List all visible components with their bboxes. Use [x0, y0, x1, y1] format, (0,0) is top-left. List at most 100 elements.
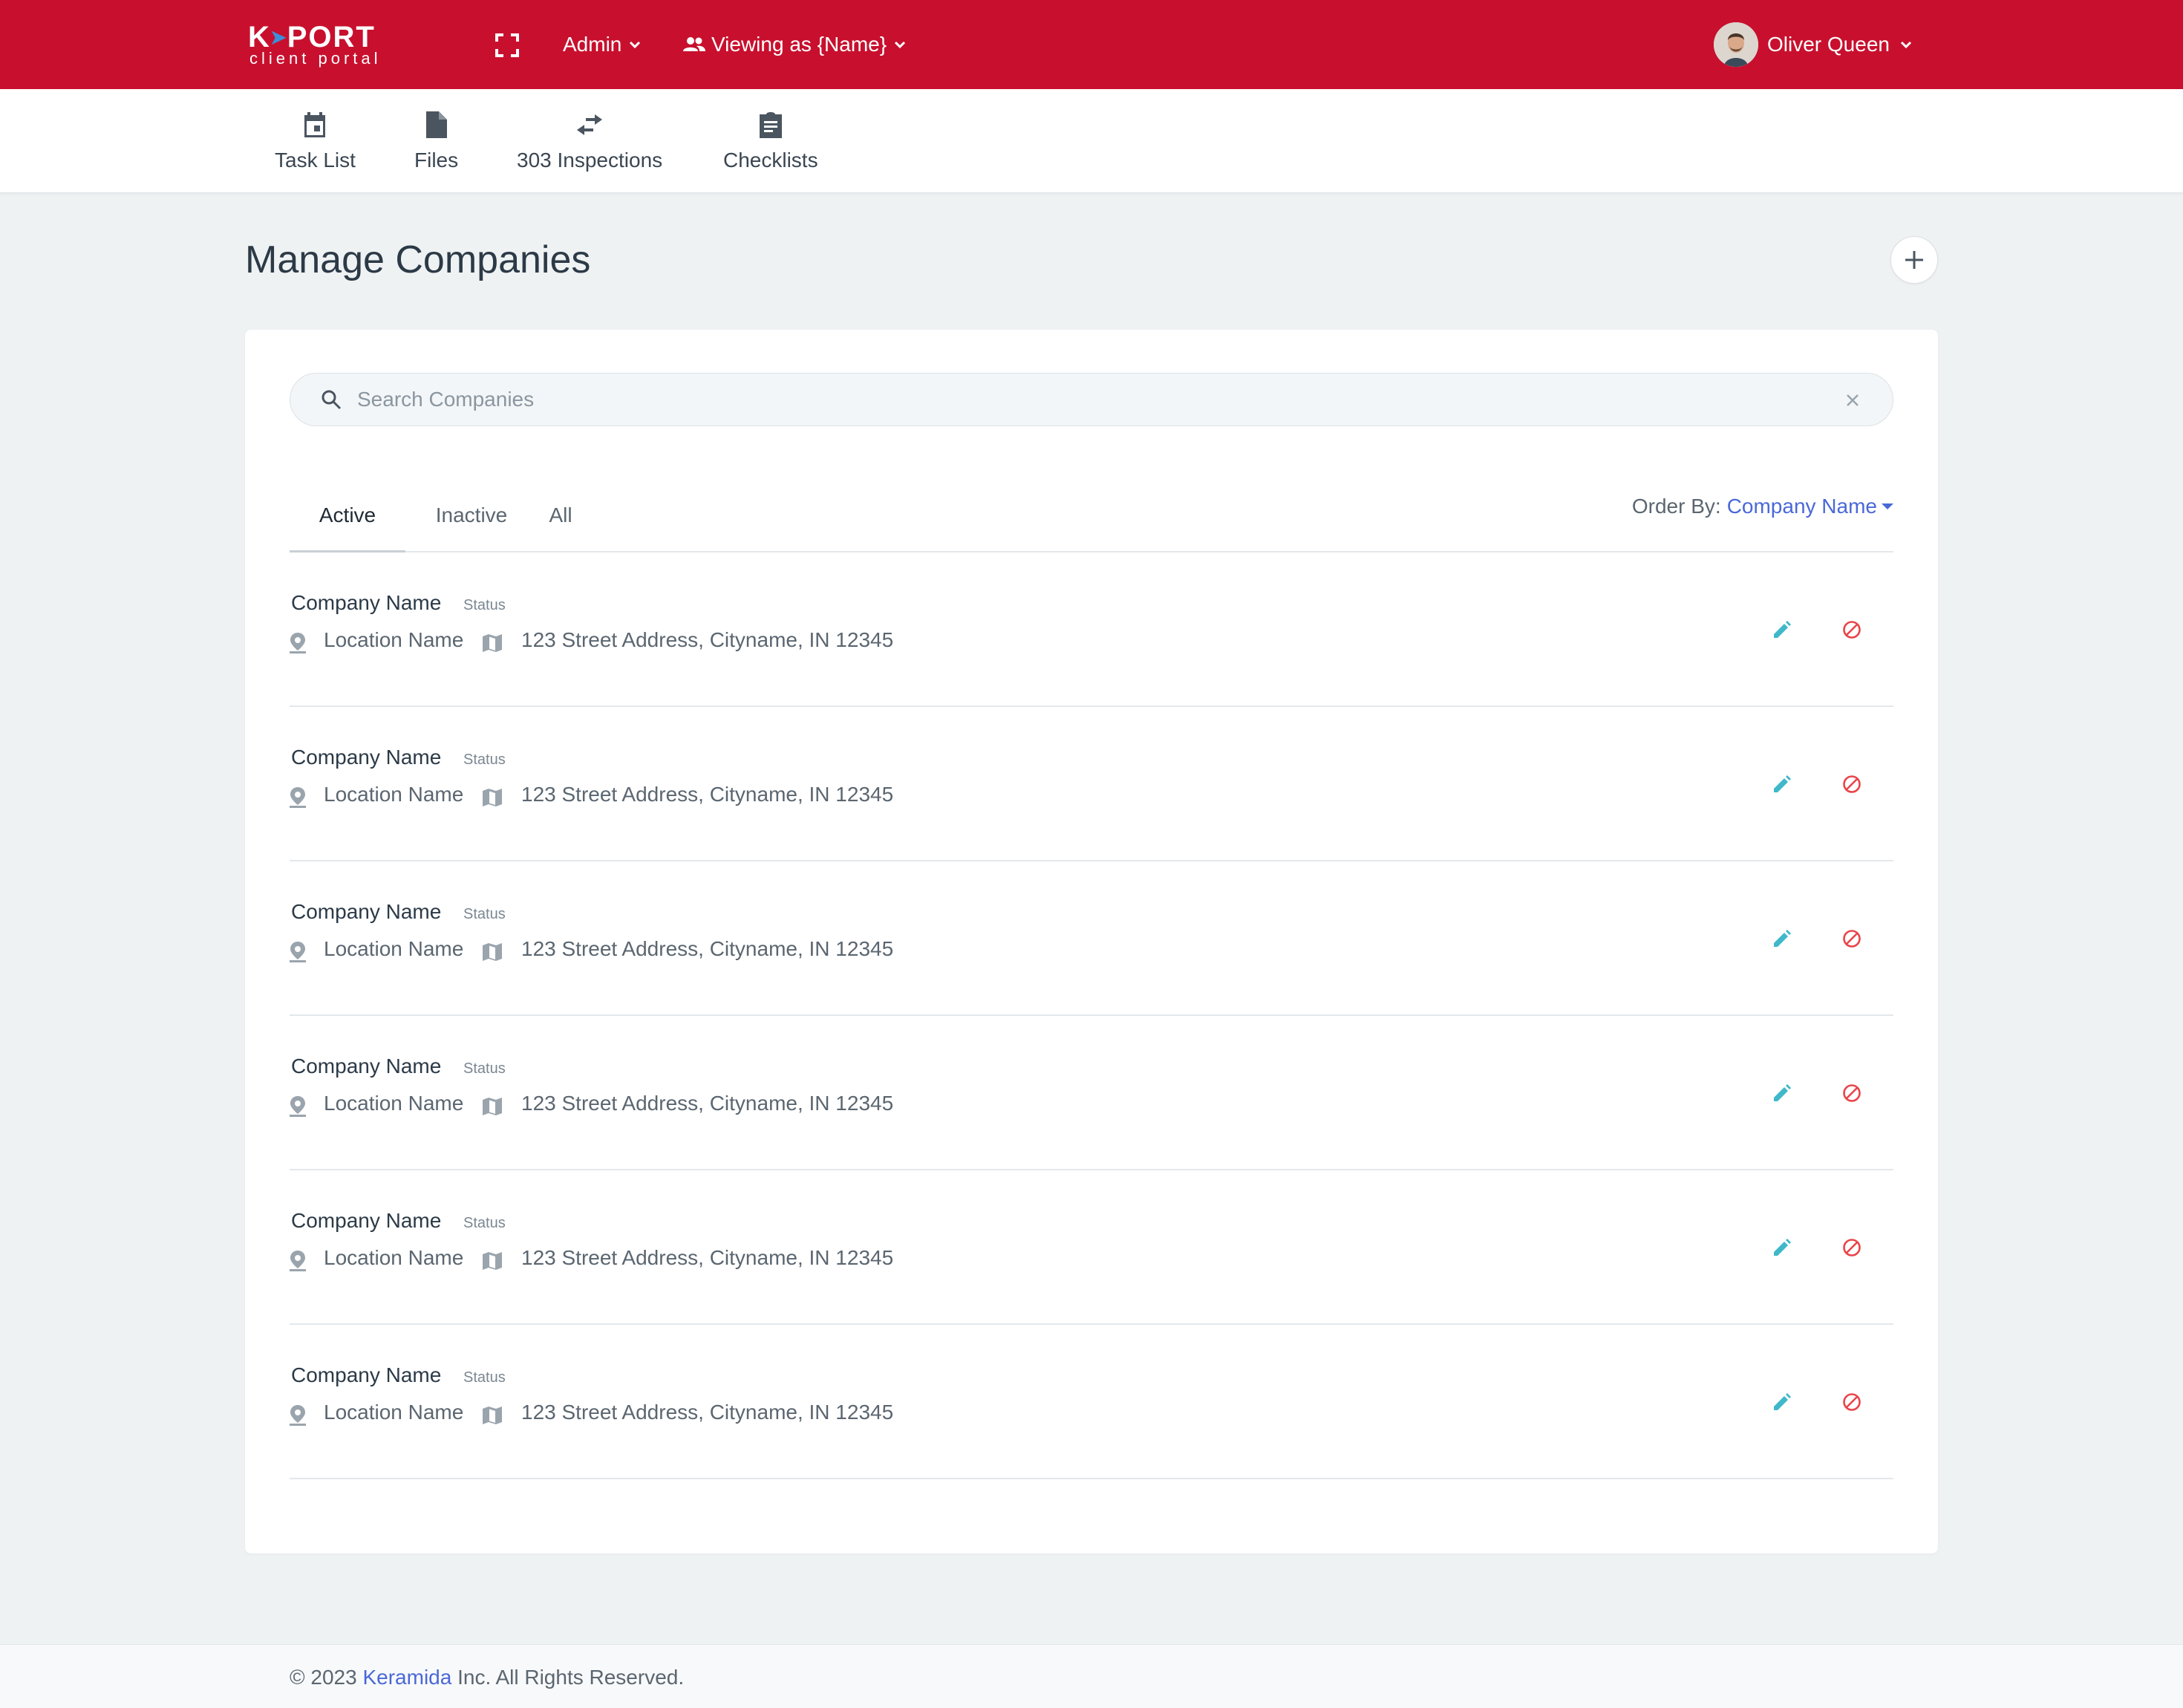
pencil-icon[interactable]: [1772, 1083, 1792, 1104]
chevron-down-icon: [630, 41, 641, 49]
block-icon[interactable]: [1841, 619, 1862, 640]
location-pin-icon: [290, 633, 306, 653]
map-icon: [483, 1407, 502, 1424]
pencil-icon[interactable]: [1772, 1392, 1792, 1412]
company-row: Company Name Status Location Name 123 St…: [290, 861, 1893, 1016]
pencil-icon[interactable]: [1772, 774, 1792, 795]
chevron-down-icon: [1900, 41, 1912, 49]
company-name[interactable]: Company Name: [291, 1055, 441, 1078]
search-bar: [290, 373, 1893, 426]
pencil-icon[interactable]: [1772, 619, 1792, 640]
companies-card: Active Inactive All Order By: Company Na…: [245, 330, 1938, 1554]
street-address: 123 Street Address, Cityname, IN 12345: [521, 1246, 894, 1269]
logo-arrow-icon: ➤: [270, 26, 288, 48]
company-name[interactable]: Company Name: [291, 900, 441, 924]
block-icon[interactable]: [1841, 1237, 1862, 1258]
map-icon: [483, 634, 502, 652]
clear-search-icon[interactable]: [1842, 390, 1863, 411]
location-pin-icon: [290, 1405, 306, 1426]
company-row: Company Name Status Location Name 123 St…: [290, 1325, 1893, 1479]
map-icon: [483, 1098, 502, 1115]
company-row: Company Name Status Location Name 123 St…: [290, 707, 1893, 861]
company-row: Company Name Status Location Name 123 St…: [290, 553, 1893, 707]
top-bar: K➤PORT client portal Admin Viewing as {N…: [0, 0, 2183, 89]
keramida-link[interactable]: Keramida: [362, 1666, 451, 1689]
search-input[interactable]: [357, 388, 1812, 411]
block-icon[interactable]: [1841, 1392, 1862, 1412]
company-row: Company Name Status Location Name 123 St…: [290, 1170, 1893, 1325]
company-row: Company Name Status Location Name 123 St…: [290, 1016, 1893, 1170]
plus-icon: [1905, 251, 1923, 269]
location-name: Location Name: [324, 937, 464, 960]
nav-item-label: Task List: [275, 149, 356, 172]
company-name[interactable]: Company Name: [291, 1209, 441, 1233]
admin-label: Admin: [563, 33, 622, 56]
status-badge: Status: [463, 1060, 506, 1077]
nav-item-files[interactable]: Files: [414, 110, 458, 181]
map-icon: [483, 789, 502, 806]
copyright-text: © 2023 Keramida Inc. All Rights Reserved…: [290, 1666, 685, 1689]
order-by-control: Order By: Company Name: [1632, 495, 1893, 518]
map-icon: [483, 1252, 502, 1270]
location-name: Location Name: [324, 628, 464, 651]
companies-list: Company Name Status Location Name 123 St…: [290, 553, 1893, 1479]
location-name: Location Name: [324, 783, 464, 806]
admin-dropdown[interactable]: Admin: [563, 30, 642, 59]
footer: © 2023 Keramida Inc. All Rights Reserved…: [0, 1644, 2183, 1708]
kport-logo[interactable]: K➤PORT client portal: [248, 22, 389, 67]
order-by-label: Order By:: [1631, 495, 1721, 518]
company-name[interactable]: Company Name: [291, 1363, 441, 1387]
location-pin-icon: [290, 1251, 306, 1271]
nav-item-task-list[interactable]: Task List: [275, 110, 356, 181]
street-address: 123 Street Address, Cityname, IN 12345: [521, 783, 894, 806]
viewing-as-dropdown[interactable]: Viewing as {Name}: [683, 30, 907, 59]
section-nav: Task List Files 303 Inspections Checklis…: [0, 89, 2183, 193]
block-icon[interactable]: [1841, 774, 1862, 795]
status-badge: Status: [463, 752, 506, 768]
clipboard-icon: [756, 110, 786, 140]
location-pin-icon: [290, 942, 306, 962]
page-title: Manage Companies: [245, 238, 591, 281]
location-name: Location Name: [324, 1401, 464, 1424]
location-name: Location Name: [324, 1246, 464, 1269]
nav-item-label: Checklists: [723, 149, 818, 172]
user-menu[interactable]: Oliver Queen: [1714, 22, 1913, 67]
company-name[interactable]: Company Name: [291, 591, 441, 615]
nav-item-303-inspections[interactable]: 303 Inspections: [517, 110, 662, 181]
swap-arrows-icon: [575, 110, 604, 140]
user-name: Oliver Queen: [1767, 33, 1890, 56]
avatar: [1714, 22, 1758, 67]
add-company-button[interactable]: [1890, 236, 1938, 284]
status-badge: Status: [463, 597, 506, 613]
viewing-as-label: Viewing as {Name}: [711, 33, 887, 56]
map-icon: [483, 943, 502, 961]
pencil-icon[interactable]: [1772, 1237, 1792, 1258]
file-icon: [422, 110, 451, 140]
tab-all[interactable]: All: [542, 478, 579, 553]
block-icon[interactable]: [1841, 1083, 1862, 1104]
fullscreen-icon[interactable]: [495, 33, 520, 58]
street-address: 123 Street Address, Cityname, IN 12345: [521, 1401, 894, 1424]
street-address: 123 Street Address, Cityname, IN 12345: [521, 628, 894, 651]
order-by-value[interactable]: Company Name: [1727, 495, 1877, 518]
caret-down-icon[interactable]: [1882, 503, 1893, 510]
pencil-icon[interactable]: [1772, 928, 1792, 949]
location-pin-icon: [290, 787, 306, 808]
nav-item-label: Files: [414, 149, 459, 172]
nav-item-checklists[interactable]: Checklists: [723, 110, 818, 181]
chevron-down-icon: [895, 41, 906, 49]
people-icon: [683, 37, 705, 51]
street-address: 123 Street Address, Cityname, IN 12345: [521, 1092, 894, 1115]
logo-subtitle: client portal: [249, 49, 382, 68]
nav-item-label: 303 Inspections: [517, 149, 663, 172]
tab-active[interactable]: Active: [290, 478, 405, 553]
tab-inactive[interactable]: Inactive: [425, 478, 518, 553]
company-name[interactable]: Company Name: [291, 746, 441, 769]
block-icon[interactable]: [1841, 928, 1862, 949]
calendar-icon: [300, 110, 330, 140]
status-badge: Status: [463, 906, 506, 922]
status-badge: Status: [463, 1369, 506, 1386]
street-address: 123 Street Address, Cityname, IN 12345: [521, 937, 894, 960]
status-tabs: Active Inactive All Order By: Company Na…: [290, 478, 1893, 553]
location-name: Location Name: [324, 1092, 464, 1115]
